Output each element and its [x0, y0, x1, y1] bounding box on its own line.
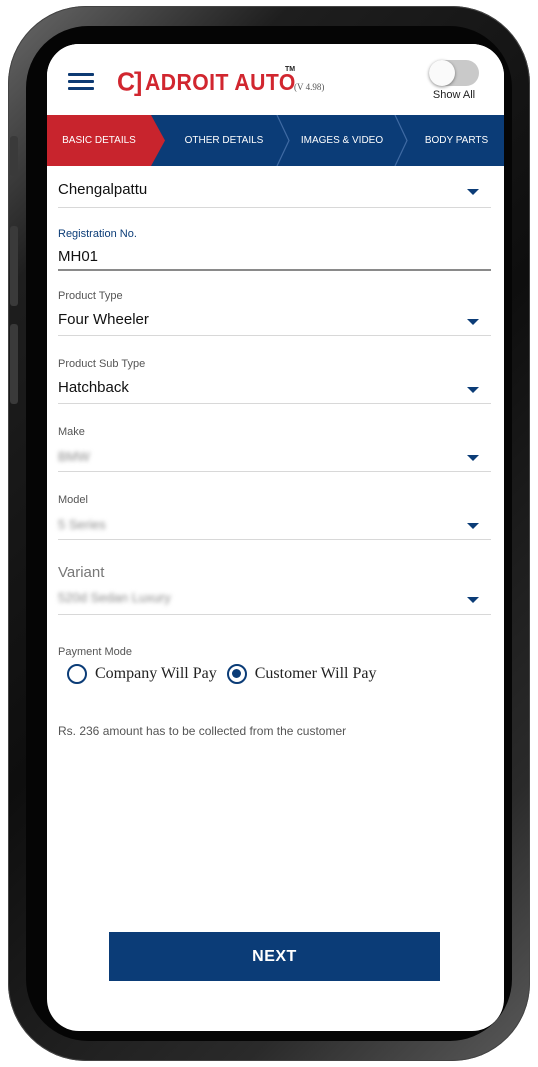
model-select[interactable]: Model 5 Series [58, 494, 491, 540]
app-screen: C] ADROIT AUTO TM (V 4.98) Show All BASI… [47, 44, 504, 1031]
field-underline [58, 539, 491, 540]
model-label: Model [58, 494, 88, 506]
registration-field[interactable]: Registration No. MH01 [58, 228, 491, 271]
registration-label: Registration No. [58, 228, 137, 240]
chevron-right-icon [394, 115, 408, 166]
logo-mark: C] [117, 67, 142, 97]
variant-label: Variant [58, 564, 105, 581]
company-pay-radio[interactable] [67, 664, 87, 684]
tab-label: OTHER DETAILS [184, 135, 264, 146]
product-sub-type-select[interactable]: Product Sub Type Hatchback [58, 358, 491, 404]
product-type-select[interactable]: Product Type Four Wheeler [58, 290, 491, 336]
make-select[interactable]: Make BMW [58, 426, 491, 472]
mute-switch [10, 136, 18, 176]
payment-mode-label: Payment Mode [58, 646, 132, 658]
city-value: Chengalpattu [58, 181, 148, 198]
tab-other-details[interactable]: OTHER DETAILS [165, 115, 283, 166]
product-sub-type-value: Hatchback [58, 379, 129, 396]
show-all-label: Show All [432, 89, 476, 101]
chevron-right-icon [276, 115, 290, 166]
city-select[interactable]: Chengalpattu [58, 166, 491, 208]
payment-note: Rs. 236 amount has to be collected from … [58, 724, 347, 738]
app-version: (V 4.98) [294, 82, 325, 92]
toggle-knob [429, 60, 455, 86]
registration-input[interactable]: MH01 [58, 248, 98, 265]
tab-images-video[interactable]: IMAGES & VIDEO [283, 115, 401, 166]
caret-down-icon[interactable] [467, 597, 479, 603]
step-tabs: BASIC DETAILS OTHER DETAILS IMAGES & VID… [47, 115, 504, 166]
company-pay-label[interactable]: Company Will Pay [95, 665, 217, 683]
tab-label: IMAGES & VIDEO [300, 135, 384, 146]
make-value: BMW [58, 449, 90, 464]
model-value: 5 Series [58, 517, 106, 532]
field-underline [58, 335, 491, 336]
app-header: C] ADROIT AUTO TM (V 4.98) Show All [47, 44, 504, 115]
field-underline [58, 207, 491, 208]
tab-label: BASIC DETAILS [62, 135, 136, 146]
caret-down-icon[interactable] [467, 387, 479, 393]
app-logo: C] ADROIT AUTO TM [117, 66, 309, 97]
caret-down-icon[interactable] [467, 523, 479, 529]
field-underline [58, 471, 491, 472]
volume-up-button [10, 226, 18, 306]
field-underline [58, 269, 491, 271]
product-type-value: Four Wheeler [58, 311, 149, 328]
tab-body-parts[interactable]: BODY PARTS [401, 115, 504, 166]
tab-basic-details[interactable]: BASIC DETAILS [47, 115, 165, 166]
payment-mode-group: Company Will Pay Customer Will Pay [67, 664, 386, 684]
menu-icon[interactable] [68, 73, 94, 91]
caret-down-icon[interactable] [467, 319, 479, 325]
logo-text: ADROIT AUTO [145, 69, 297, 95]
show-all-toggle[interactable] [429, 60, 479, 86]
radio-selected-dot [231, 669, 241, 678]
product-type-label: Product Type [58, 290, 123, 302]
field-underline [58, 403, 491, 404]
next-button[interactable]: NEXT [109, 932, 440, 981]
volume-down-button [10, 324, 18, 404]
tab-label: BODY PARTS [424, 135, 489, 146]
make-label: Make [58, 426, 85, 438]
caret-down-icon[interactable] [467, 189, 479, 195]
product-sub-type-label: Product Sub Type [58, 358, 146, 370]
customer-pay-label[interactable]: Customer Will Pay [255, 665, 377, 683]
variant-value: 520d Sedan Luxury [58, 590, 171, 605]
trademark-symbol: TM [285, 66, 296, 73]
caret-down-icon[interactable] [467, 455, 479, 461]
field-underline [58, 614, 491, 615]
customer-pay-radio[interactable] [226, 664, 247, 684]
variant-select[interactable]: Variant 520d Sedan Luxury [58, 564, 491, 616]
